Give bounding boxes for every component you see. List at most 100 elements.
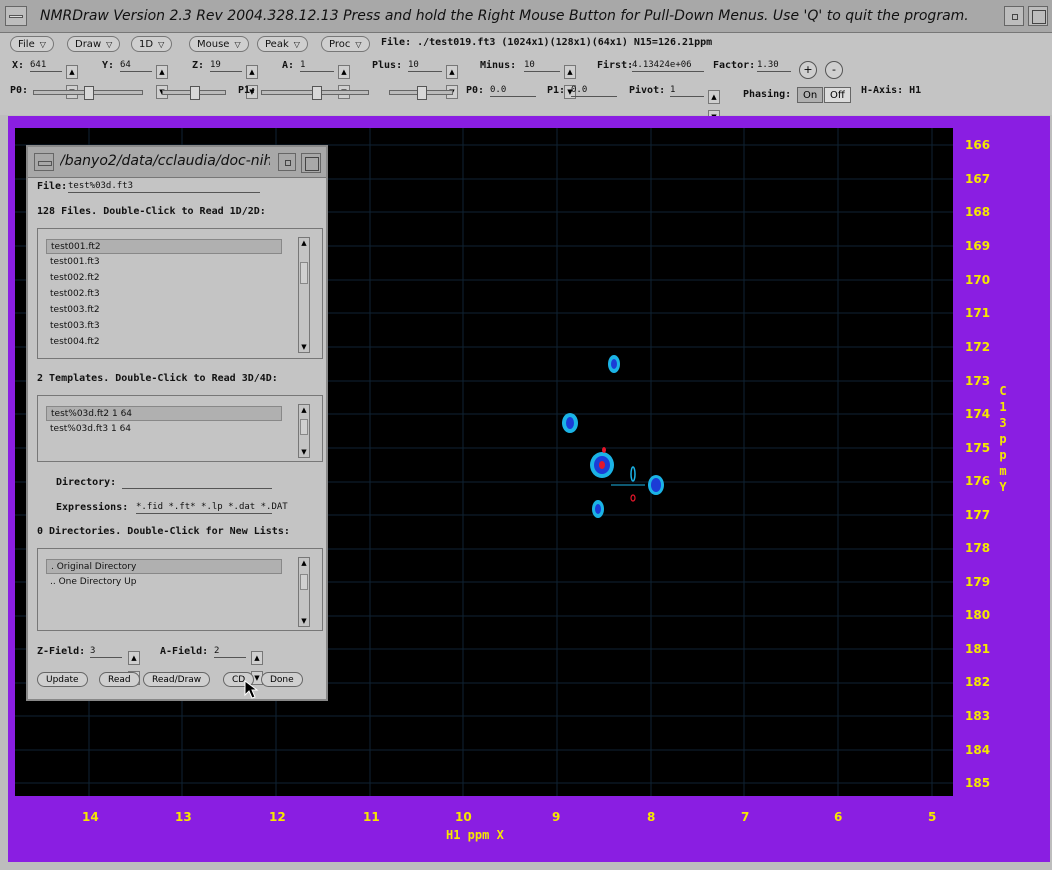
arrow-up-icon[interactable]: ▲ [246, 65, 258, 79]
list-item[interactable]: test003.ft2 [46, 303, 282, 318]
window-menu-button[interactable] [5, 6, 27, 26]
p0-coarse-slider[interactable] [33, 86, 143, 100]
pivot-spinner[interactable]: ▲▼ [708, 84, 732, 124]
p1-field[interactable]: 0.0 [571, 84, 617, 97]
first-field[interactable]: 4.13424e+06 [632, 59, 704, 72]
arrow-up-icon[interactable]: ▲ [299, 558, 309, 568]
decrease-button[interactable]: - [825, 61, 843, 79]
menu-draw[interactable]: Draw ▽ [67, 36, 121, 52]
y-field[interactable]: 64 [120, 59, 152, 72]
arrow-down-icon[interactable]: ▼ [299, 342, 309, 352]
p0-field[interactable]: 0.0 [490, 84, 536, 97]
plus-spinner[interactable]: ▲▼ [446, 59, 470, 99]
read-draw-button[interactable]: Read/Draw [143, 672, 211, 687]
list-item[interactable]: test004.ft2 [46, 335, 282, 350]
list-item[interactable]: test002.ft2 [46, 271, 282, 286]
directory-field[interactable] [122, 476, 272, 489]
peak[interactable] [590, 447, 614, 478]
a-field-input[interactable]: 2 [214, 645, 246, 658]
dialog-menu-button[interactable] [34, 153, 54, 171]
x-spinner[interactable]: ▲▼ [66, 59, 90, 99]
p0-fine-slider[interactable] [162, 86, 226, 100]
slider-handle[interactable] [84, 86, 94, 100]
pivot-field[interactable]: 1 [670, 84, 704, 97]
arrow-up-icon[interactable]: ▲ [299, 238, 309, 248]
scroll-thumb[interactable] [300, 574, 308, 590]
x-field[interactable]: 641 [30, 59, 62, 72]
maximize-button[interactable] [1028, 6, 1048, 26]
peak[interactable] [608, 355, 620, 373]
list-item[interactable]: test003.ft3 [46, 319, 282, 334]
arrow-up-icon[interactable]: ▲ [708, 90, 720, 104]
list-item[interactable]: test001.ft3 [46, 255, 282, 270]
arrow-up-icon[interactable]: ▲ [128, 651, 140, 665]
list-item[interactable]: test001.ft2 [46, 239, 282, 254]
arrow-down-icon[interactable]: ▼ [299, 447, 309, 457]
dialog-title-bar[interactable]: /banyo2/data/cclaudia/doc-nih [28, 147, 326, 178]
z-spinner[interactable]: ▲▼ [246, 59, 270, 99]
y-spinner[interactable]: ▲▼ [156, 59, 180, 99]
z-field-input[interactable]: 3 [90, 645, 122, 658]
update-button[interactable]: Update [37, 672, 88, 687]
z-field-spinner[interactable]: ▲▼ [128, 645, 152, 685]
a-field[interactable]: 1 [300, 59, 334, 72]
arrow-up-icon[interactable]: ▲ [299, 405, 309, 415]
p1-coarse-slider[interactable] [261, 86, 369, 100]
scroll-thumb[interactable] [300, 419, 308, 435]
a-spinner[interactable]: ▲▼ [338, 59, 362, 99]
window-menu-icon [38, 161, 52, 166]
dialog-maximize-button[interactable] [301, 153, 321, 173]
templates-scrollbar[interactable]: ▲ ▼ [298, 404, 310, 458]
directories-scrollbar[interactable]: ▲ ▼ [298, 557, 310, 627]
slider-handle[interactable] [312, 86, 322, 100]
arrow-up-icon[interactable]: ▲ [446, 65, 458, 79]
p1-field-label: P1: [547, 85, 566, 96]
templates-list[interactable]: test%03d.ft2 1 64 test%03d.ft3 1 64 ▲ ▼ [37, 395, 323, 462]
y-tick-label: 174 [965, 407, 991, 421]
p1-fine-slider[interactable] [389, 86, 453, 100]
list-item[interactable]: test002.ft3 [46, 287, 282, 302]
z-field[interactable]: 19 [210, 59, 242, 72]
peak[interactable] [648, 475, 664, 495]
phasing-off-toggle[interactable]: Off [824, 87, 851, 103]
slider-handle[interactable] [190, 86, 200, 100]
peak[interactable] [592, 500, 604, 518]
files-scrollbar[interactable]: ▲ ▼ [298, 237, 310, 353]
file-field[interactable]: test%03d.ft3 [68, 180, 260, 193]
arrow-up-icon[interactable]: ▲ [564, 65, 576, 79]
read-button[interactable]: Read [99, 672, 140, 687]
menu-1d[interactable]: 1D ▽ [131, 36, 173, 52]
list-item[interactable]: .. One Directory Up [46, 575, 282, 590]
plus-field[interactable]: 10 [408, 59, 442, 72]
slider-handle[interactable] [417, 86, 427, 100]
peak[interactable] [562, 413, 578, 433]
phasing-label: Phasing: [743, 89, 792, 100]
menu-file[interactable]: File ▽ [10, 36, 54, 52]
done-button[interactable]: Done [261, 672, 303, 687]
expressions-field[interactable]: *.fid *.ft* *.lp *.dat *.DAT [136, 501, 288, 514]
phasing-on-toggle[interactable]: On [797, 87, 824, 103]
menu-peak[interactable]: Peak ▽ [257, 36, 308, 52]
list-item[interactable]: test%03d.ft3 1 64 [46, 422, 282, 437]
files-list[interactable]: test001.ft2 test001.ft3 test002.ft2 test… [37, 228, 323, 359]
peak[interactable] [611, 466, 645, 502]
scroll-thumb[interactable] [300, 262, 308, 284]
minus-field[interactable]: 10 [524, 59, 560, 72]
factor-field[interactable]: 1.30 [757, 59, 791, 72]
directories-list[interactable]: . Original Directory .. One Directory Up… [37, 548, 323, 631]
arrow-down-icon[interactable]: ▼ [299, 616, 309, 626]
list-item[interactable]: . Original Directory [46, 559, 282, 574]
dialog-minimize-button[interactable] [278, 153, 296, 171]
minimize-button[interactable] [1004, 6, 1024, 26]
a-field-spinner[interactable]: ▲▼ [251, 645, 275, 685]
menu-proc[interactable]: Proc ▽ [321, 36, 370, 52]
arrow-up-icon[interactable]: ▲ [251, 651, 263, 665]
menu-mouse[interactable]: Mouse ▽ [189, 36, 249, 52]
increase-button[interactable]: + [799, 61, 817, 79]
arrow-up-icon[interactable]: ▲ [66, 65, 78, 79]
arrow-up-icon[interactable]: ▲ [338, 65, 350, 79]
arrow-up-icon[interactable]: ▲ [156, 65, 168, 79]
x-tick-label: 5 [928, 810, 937, 824]
minus-spinner[interactable]: ▲▼ [564, 59, 588, 99]
list-item[interactable]: test%03d.ft2 1 64 [46, 406, 282, 421]
